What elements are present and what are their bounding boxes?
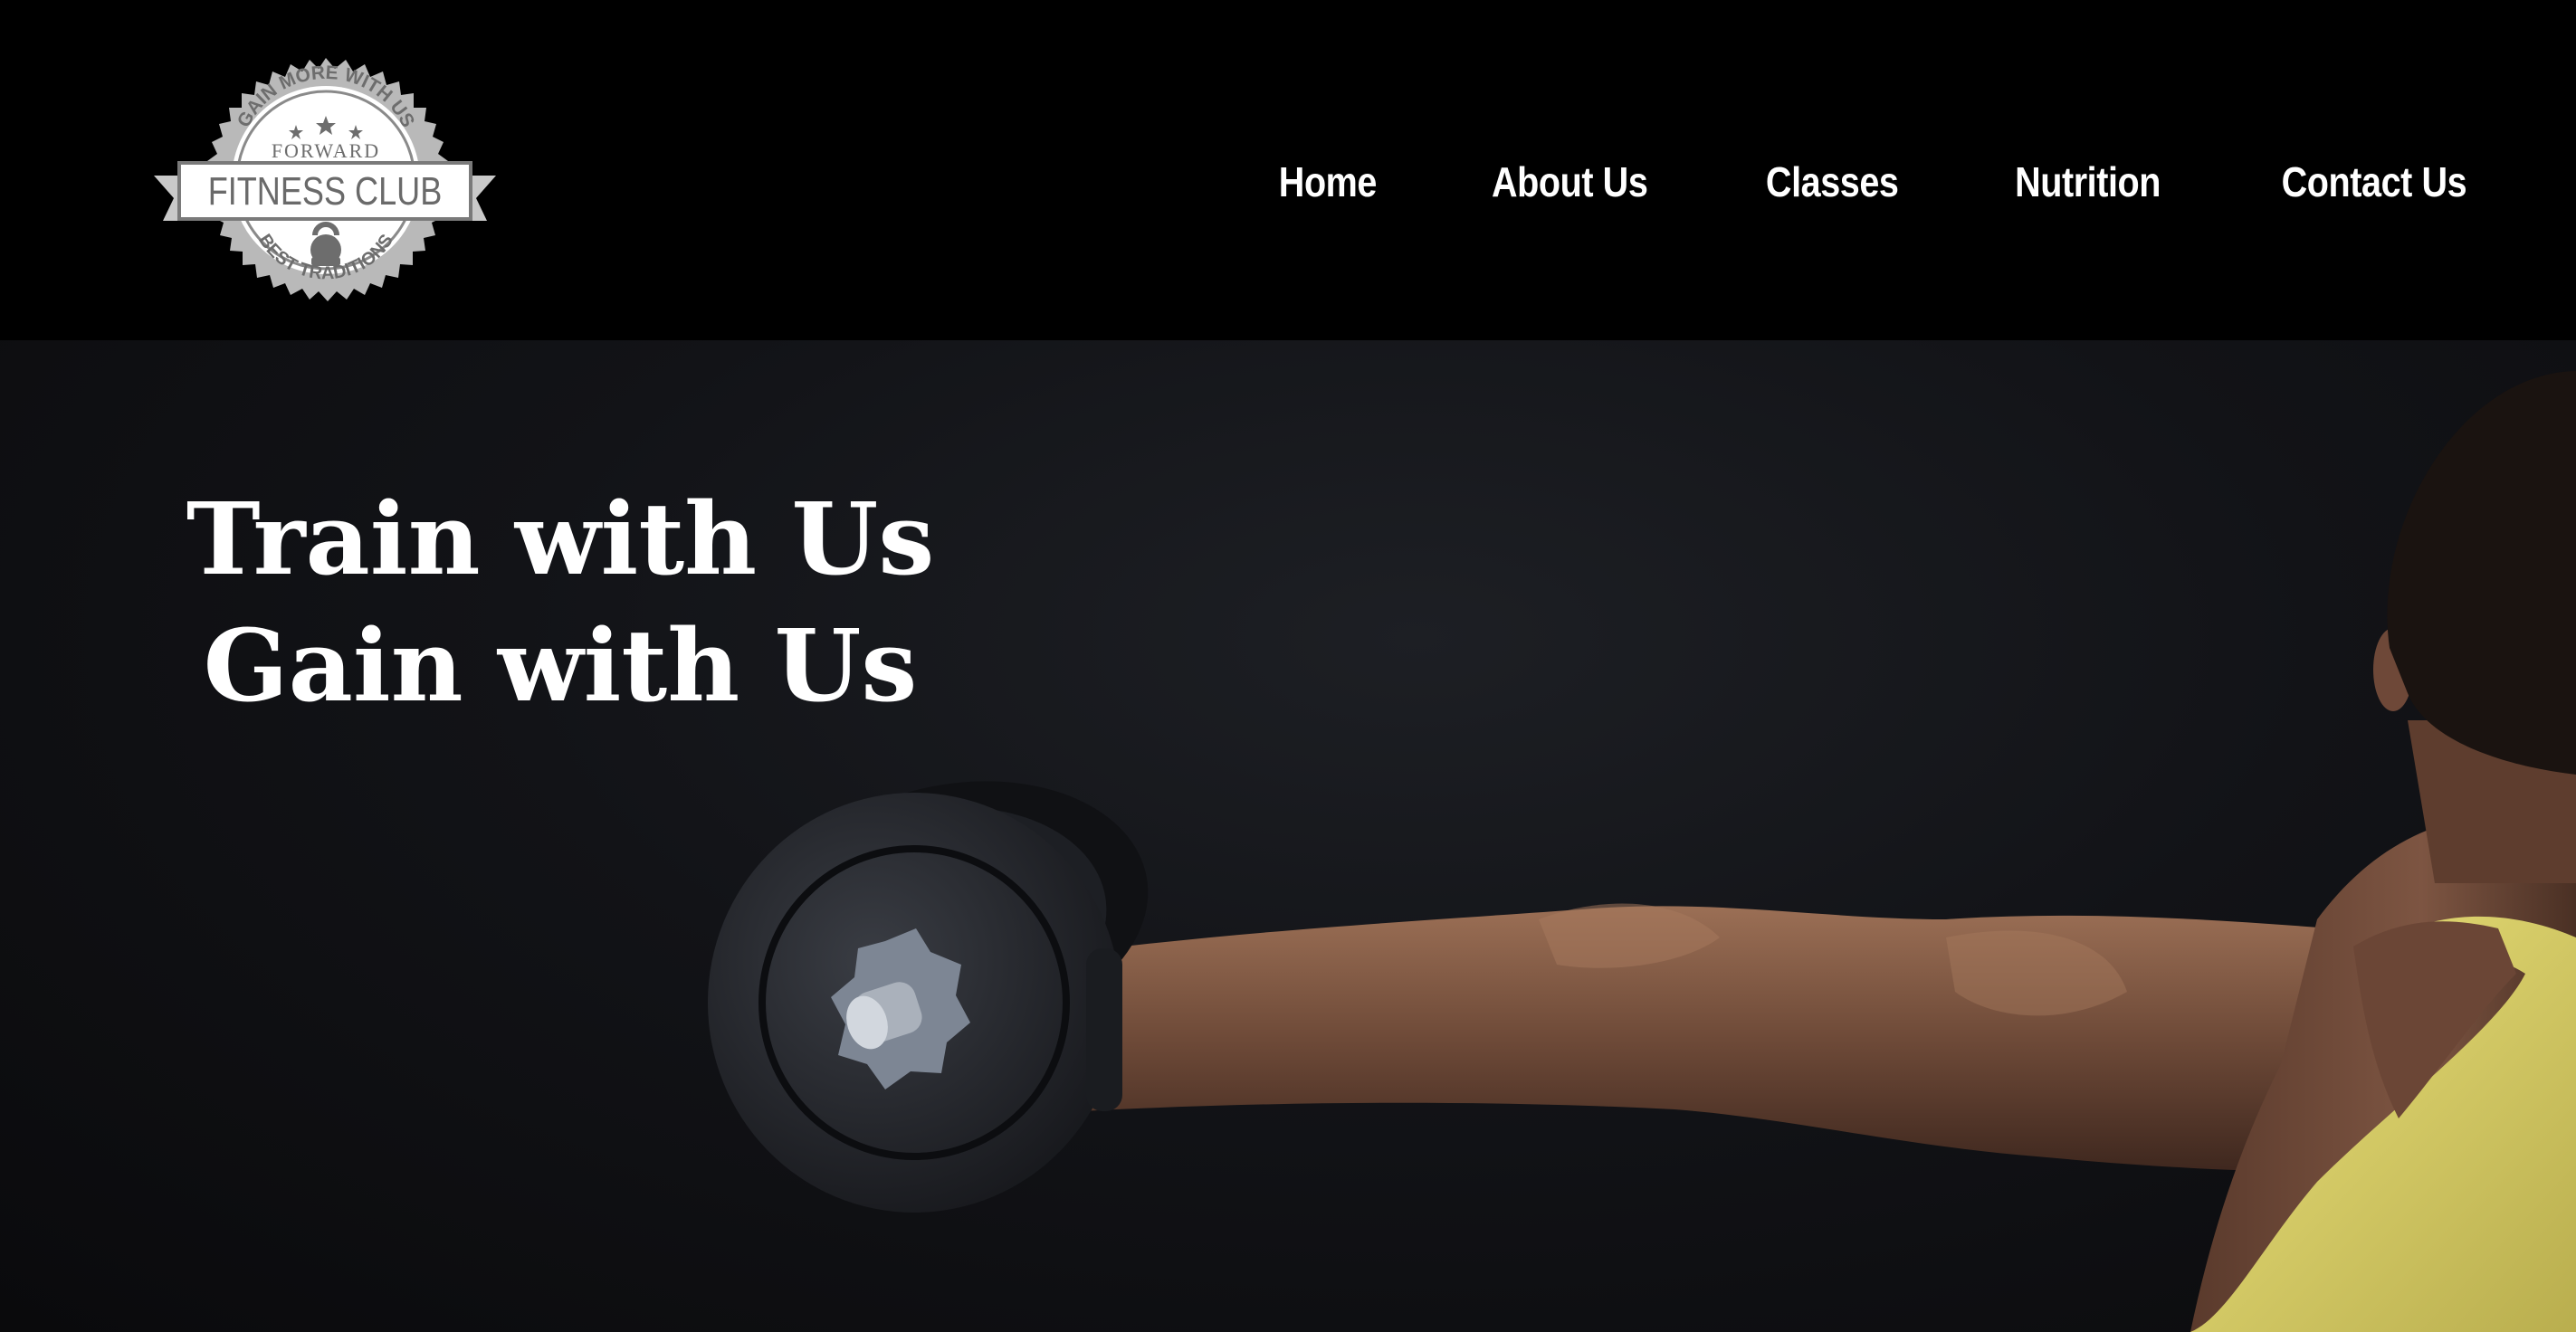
hero-banner: Train with Us Gain with Us [0,340,2576,1332]
nav-classes[interactable]: Classes [1766,161,1899,203]
torso-illustration [2190,371,2576,1332]
nav-about-us[interactable]: About Us [1492,161,1648,203]
hero-headline-line-2: Gain with Us [203,607,918,724]
nav-contact-us[interactable]: Contact Us [2282,161,2467,203]
site-header: GAIN MORE WITH US FORWARD FITNESS CLUB B… [0,0,2576,340]
main-nav: Home About Us Classes Nutrition Contact … [1271,161,2482,203]
arm-illustration [1077,903,2371,1173]
nav-home[interactable]: Home [1279,161,1378,203]
hero-headline-line-1: Train with Us [186,480,935,597]
fitness-club-logo[interactable]: GAIN MORE WITH US FORWARD FITNESS CLUB B… [154,56,496,319]
nav-nutrition[interactable]: Nutrition [2015,161,2161,203]
page: GAIN MORE WITH US FORWARD FITNESS CLUB B… [0,0,2576,1332]
logo-subtitle: FORWARD [272,139,380,162]
hero-headline: Train with Us Gain with Us [148,476,972,729]
dumbbell-illustration [708,781,1149,1213]
logo-banner-text: FITNESS CLUB [208,169,443,214]
